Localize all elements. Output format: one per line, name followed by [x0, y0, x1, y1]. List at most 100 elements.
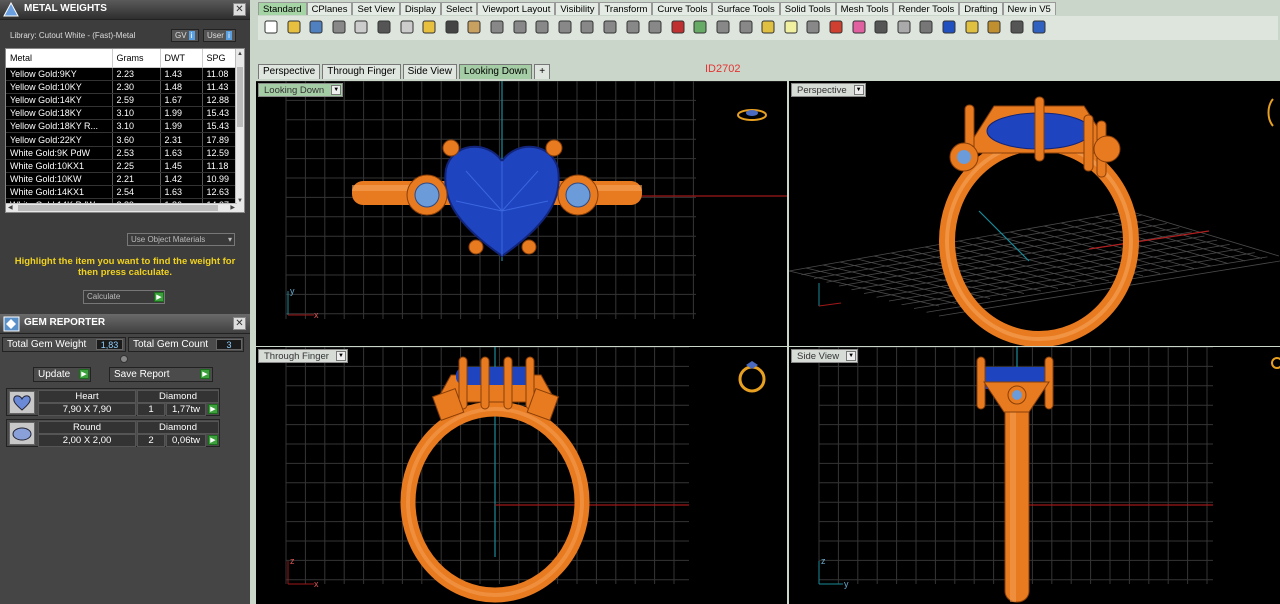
new-icon[interactable]	[262, 18, 280, 36]
paste-icon[interactable]	[420, 18, 438, 36]
table-row[interactable]: White Gold:10KX1 2.25 1.45 11.18	[6, 159, 239, 174]
menu-tab-visibility[interactable]: Visibility	[555, 2, 600, 15]
close-icon[interactable]: ✕	[233, 317, 246, 330]
table-row[interactable]: White Gold:9K PdW 2.53 1.63 12.59	[6, 146, 239, 160]
shade-icon[interactable]	[895, 18, 913, 36]
axis-x-label: x	[314, 310, 319, 320]
menu-tab-viewport-layout[interactable]: Viewport Layout	[477, 2, 556, 15]
menu-tab-standard[interactable]: Standard	[258, 2, 307, 15]
save-report-go-icon[interactable]: ▶	[200, 369, 210, 379]
pencil-icon[interactable]	[963, 18, 981, 36]
viewport-side-view[interactable]: z y Side View ▼	[789, 347, 1280, 604]
table-row[interactable]: Yellow Gold:10KY 2.30 1.48 11.43	[6, 80, 239, 94]
color-wheel-icon[interactable]	[850, 18, 868, 36]
viewport-perspective[interactable]: Perspective ▼	[789, 81, 1280, 346]
gem-go-icon[interactable]: ▶	[208, 435, 218, 445]
viewport-through-finger[interactable]: z x Through Finger ▼	[256, 347, 787, 604]
undo-icon[interactable]	[443, 18, 461, 36]
gem-go-icon[interactable]: ▶	[208, 404, 218, 414]
menu-tab-display[interactable]: Display	[399, 2, 441, 15]
zoom-window-icon[interactable]	[556, 18, 574, 36]
open-icon[interactable]	[285, 18, 303, 36]
viewport-label-looking-down[interactable]: Looking Down ▼	[258, 83, 344, 97]
menu-tab-solid-tools[interactable]: Solid Tools	[779, 2, 836, 15]
help-icon[interactable]	[1030, 18, 1048, 36]
circle-icon[interactable]	[714, 18, 732, 36]
viewport-tab-perspective[interactable]: Perspective	[258, 64, 321, 79]
viewport-tab-looking-down[interactable]: Looking Down	[458, 64, 533, 79]
sphere-icon[interactable]	[940, 18, 958, 36]
menu-tab-select[interactable]: Select	[440, 2, 478, 15]
move-view-icon[interactable]	[488, 18, 506, 36]
metal-weights-table[interactable]: Metal Grams DWT SPG Yellow Gold:9KY 2.23 1.43…	[5, 48, 245, 213]
viewport-tab-through-finger[interactable]: Through Finger	[322, 64, 401, 79]
table-row[interactable]: White Gold:10KW 2.21 1.42 10.99	[6, 172, 239, 187]
import-icon[interactable]	[352, 18, 370, 36]
gv-button[interactable]: GV i	[171, 29, 199, 42]
layers-icon[interactable]	[759, 18, 777, 36]
vertical-scrollbar[interactable]: ▲ ▼	[235, 49, 244, 212]
menu-tab-render-tools[interactable]: Render Tools	[893, 2, 960, 15]
table-row[interactable]: Yellow Gold:18KY R... 3.10 1.99 15.43	[6, 119, 239, 134]
menu-tab-curve-tools[interactable]: Curve Tools	[652, 2, 713, 15]
calculate-go-icon[interactable]: ▶	[154, 292, 164, 302]
table-row[interactable]: Yellow Gold:22KY 3.60 2.31 17.89	[6, 132, 239, 147]
menu-tab-set-view[interactable]: Set View	[352, 2, 400, 15]
copy-icon[interactable]	[398, 18, 416, 36]
light-icon[interactable]	[782, 18, 800, 36]
column-header[interactable]: SPG	[202, 49, 239, 68]
gem-row[interactable]: Round Diamond 2,00 X 2,00 2 0,06tw ▶	[6, 419, 220, 447]
calculate-hint: Highlight the item you want to find the …	[14, 256, 236, 278]
menu-tab-transform[interactable]: Transform	[599, 2, 653, 15]
table-row[interactable]: White Gold:14KX1 2.54 1.63 12.63	[6, 185, 239, 200]
viewport-looking-down[interactable]: y x Looking Down ▼	[256, 81, 787, 346]
viewport-label-through-finger[interactable]: Through Finger ▼	[258, 349, 348, 363]
pan-icon[interactable]	[465, 18, 483, 36]
viewport-label-perspective[interactable]: Perspective ▼	[791, 83, 866, 97]
lock-icon[interactable]	[804, 18, 822, 36]
render-icon[interactable]	[917, 18, 935, 36]
column-header[interactable]: DWT	[160, 49, 203, 68]
target-icon[interactable]	[737, 18, 755, 36]
column-header[interactable]: Metal	[6, 49, 113, 68]
use-object-materials-dropdown[interactable]: Use Object Materials ▾	[127, 233, 235, 246]
perspective-scene	[789, 96, 1280, 346]
zoom-selected-icon[interactable]	[601, 18, 619, 36]
save-icon[interactable]	[307, 18, 325, 36]
save-report-button[interactable]: Save Report	[109, 367, 213, 382]
table-row[interactable]: Yellow Gold:9KY 2.23 1.43 11.08	[6, 67, 239, 81]
print-icon[interactable]	[330, 18, 348, 36]
update-go-icon[interactable]: ▶	[79, 369, 89, 379]
menu-tab-cplanes[interactable]: CPlanes	[306, 2, 353, 15]
menu-tab-new-in-v5[interactable]: New in V5	[1002, 2, 1056, 15]
table-row[interactable]: Yellow Gold:14KY 2.59 1.67 12.88	[6, 93, 239, 108]
calculate-button[interactable]: Calculate	[83, 290, 165, 304]
cut-icon[interactable]	[375, 18, 393, 36]
horizontal-scrollbar[interactable]: ◀ ▶	[6, 203, 237, 212]
gem-row[interactable]: Heart Diamond 7,90 X 7,90 1 1,77tw ▶	[6, 388, 220, 416]
viewport-tab-side-view[interactable]: Side View	[402, 64, 457, 79]
zoom-icon[interactable]	[533, 18, 551, 36]
rotate-icon[interactable]	[511, 18, 529, 36]
menu-tab-surface-tools[interactable]: Surface Tools	[712, 2, 780, 15]
close-icon[interactable]: ✕	[233, 3, 246, 16]
gumball-icon[interactable]	[691, 18, 709, 36]
osnap-icon[interactable]	[1008, 18, 1026, 36]
menu-tab-mesh-tools[interactable]: Mesh Tools	[835, 2, 894, 15]
user-button[interactable]: User i	[203, 29, 236, 42]
viewport-label-side-view[interactable]: Side View ▼	[791, 349, 859, 363]
grid-icon[interactable]	[646, 18, 664, 36]
zoom-extents-icon[interactable]	[578, 18, 596, 36]
car-icon[interactable]	[669, 18, 687, 36]
column-header[interactable]: Grams	[112, 49, 161, 68]
menu-tab-drafting[interactable]: Drafting	[959, 2, 1003, 15]
undo-view-icon[interactable]	[624, 18, 642, 36]
table-cell: 10.99	[202, 172, 239, 187]
axis-x-label: x	[314, 579, 319, 589]
table-row[interactable]: Yellow Gold:18KY 3.10 1.99 15.43	[6, 106, 239, 121]
splitter-handle[interactable]	[120, 355, 128, 363]
render-sphere-icon[interactable]	[872, 18, 890, 36]
viewport-tab-add[interactable]: +	[534, 64, 551, 79]
object-props-icon[interactable]	[827, 18, 845, 36]
options-icon[interactable]	[985, 18, 1003, 36]
